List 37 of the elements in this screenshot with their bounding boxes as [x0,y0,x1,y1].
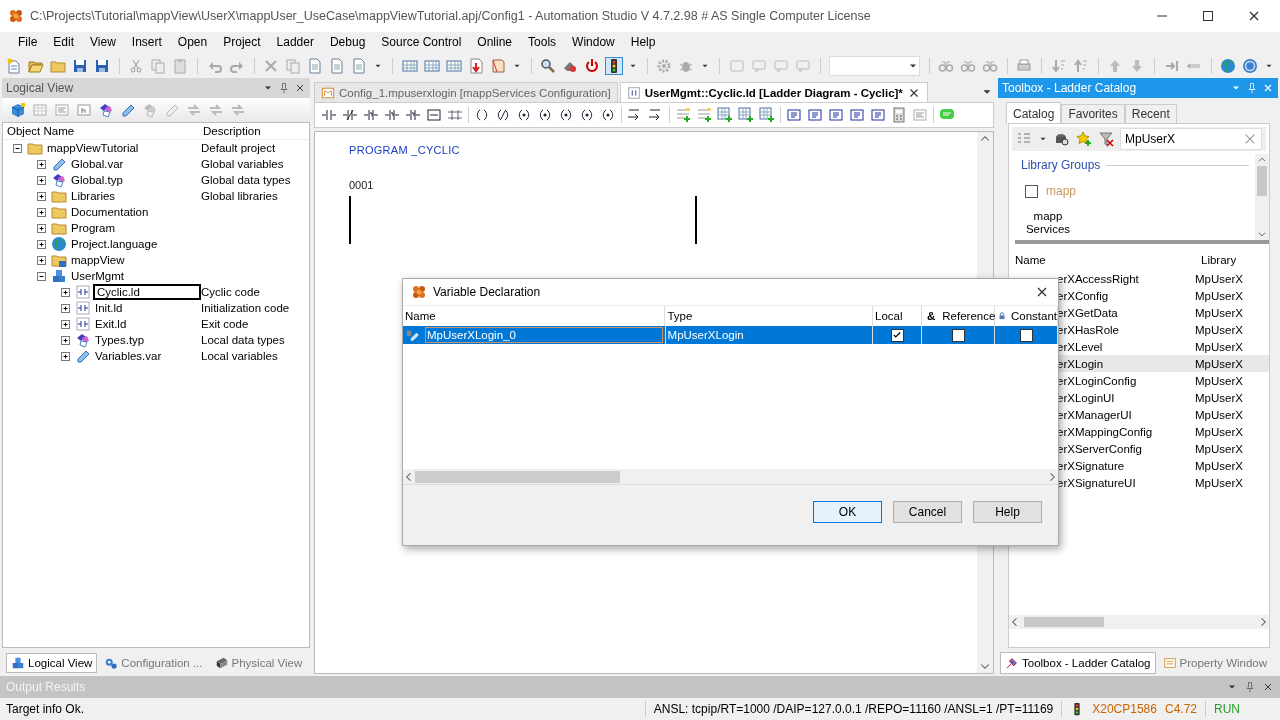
run-state: RUN [1214,702,1241,716]
description-cell: Global data types [201,174,291,186]
table-cell: MpUserX [1195,306,1243,319]
table-cell: MpUserX [1195,374,1243,387]
target-version: C4.72 [1164,702,1197,716]
program-header: PROGRAM _CYCLIC [349,144,460,156]
table-cell: MpUserX [1195,391,1243,404]
table-cell: MpUserXLogin [667,329,744,341]
description-cell: Local data types [201,334,285,346]
section-title: Library Groups [1021,158,1101,172]
table-cell: MpUserX [1195,442,1243,455]
panel-title: Logical View [6,81,75,95]
table-cell: MpUserX [1195,289,1243,302]
dialog-title: Variable Declaration [433,285,542,299]
network-number: 0001 [349,179,374,191]
description-cell: Global libraries [201,190,278,202]
group-label: mapp [1046,184,1077,198]
description-cell: Global variables [201,158,284,170]
status-message: Target info Ok. [6,702,86,716]
table-cell: MpUserX [1195,357,1243,370]
window-title: C:\Projects\Tutorial\mappView\UserX\mappUser_UseCase\mappViewTutorial.apj/Config1 - Automation Studio V 4.7.2.98 # AS Single Computer License [30,9,872,23]
group-caption: mapp Services [1024,210,1072,236]
target-name: X20CP1586 [1092,702,1157,716]
description-cell: Exit code [201,318,249,330]
description-cell: Cyclic code [201,286,260,298]
table-cell: MpUserX [1195,272,1243,285]
connection-info: ANSL: tcpip/RT=1000 /DAIP=127.0.0.1 /REPO=11160 /ANSL=1 /PT=11169 [653,702,1054,716]
table-cell: MpUserX [1195,476,1243,489]
table-cell: MpUserX [1195,323,1243,336]
panel-title: Toolbox - Ladder Catalog [1002,81,1138,95]
table-cell: MpUserX [1195,425,1243,438]
description-cell: Default project [201,142,276,154]
description-cell: Local variables [201,350,278,362]
table-cell: MpUserX [1195,408,1243,421]
table-cell: MpUserX [1195,459,1243,472]
table-cell: MpUserX [1195,340,1243,353]
description-cell: Initialization code [201,302,290,314]
